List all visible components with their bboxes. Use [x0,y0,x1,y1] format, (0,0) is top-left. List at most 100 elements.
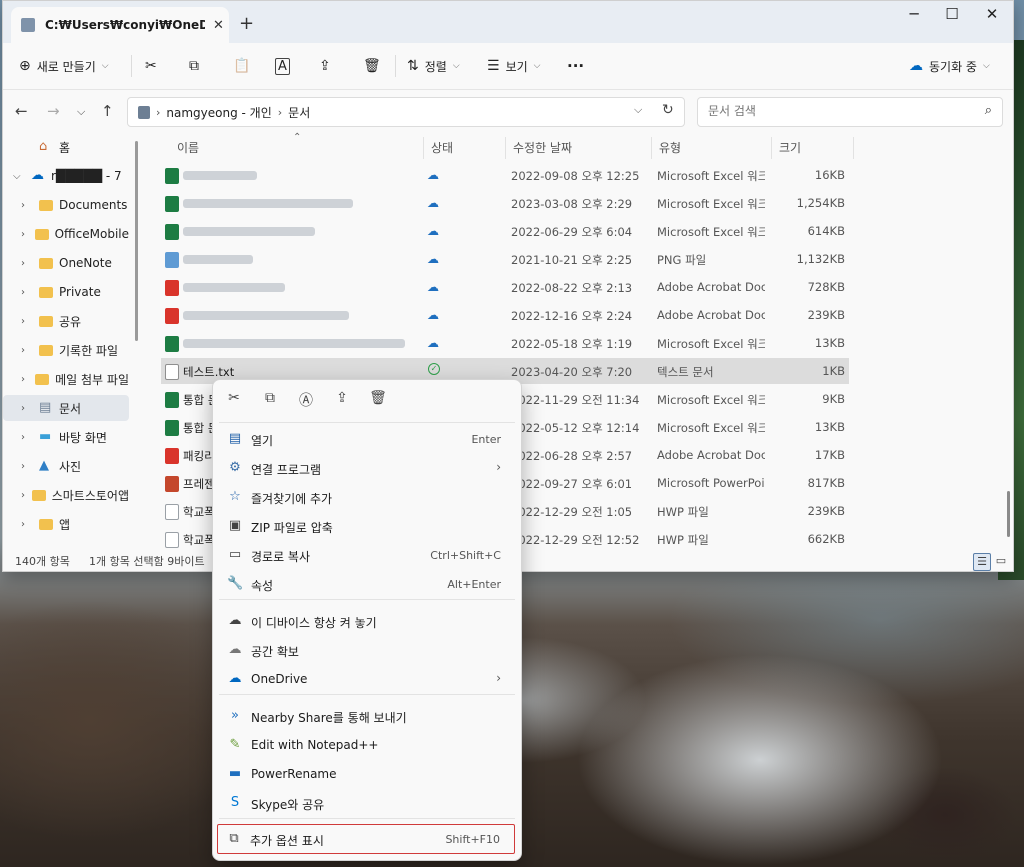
column-divider[interactable] [771,137,772,159]
search-icon[interactable]: ⌕ [985,103,992,118]
file-row[interactable]: ☁ 2022-12-16 오후 2:24 Adobe Acrobat Doc... 2… [161,302,849,328]
context-rename-icon[interactable]: Ⓐ [295,390,317,412]
delete-button[interactable]: 🗑 [363,53,381,79]
cloud-only-icon: ☁ [427,336,439,350]
details-view-icon[interactable]: ☰ [973,553,991,571]
address-bar[interactable]: › namgyeong - 개인 › 문서 ⌵ ↻ [127,97,685,127]
tiles-view-icon[interactable]: ▭ [993,553,1009,569]
column-header-size[interactable]: 크기 [779,134,801,160]
file-row[interactable]: ☁ 2022-06-29 오후 6:04 Microsoft Excel 워크...… [161,218,849,244]
chevron-right-icon[interactable]: › [21,519,33,530]
context-menu-item[interactable]: ⧉ 추가 옵션 표시 Shift+F10 [217,824,515,854]
sidebar-item[interactable]: › OfficeMobile [3,221,129,247]
file-row[interactable]: ☁ 2022-09-08 오후 12:25 Microsoft Excel 워크..… [161,162,849,188]
file-row[interactable]: ☁ 2023-03-08 오후 2:29 Microsoft Excel 워크...… [161,190,849,216]
context-menu-item[interactable]: S Skype와 공유 [219,789,515,817]
column-header-type[interactable]: 유형 [659,134,681,160]
recent-locations-icon[interactable]: ⌵ [77,105,85,119]
context-menu-item-label: 추가 옵션 표시 [250,834,324,848]
chevron-right-icon[interactable]: › [21,229,29,240]
column-divider[interactable] [651,137,652,159]
breadcrumb-onedrive[interactable]: namgyeong - 개인 [166,104,271,121]
column-divider[interactable] [505,137,506,159]
column-divider[interactable] [853,137,854,159]
context-menu-item[interactable]: ☁ 공간 확보 [219,636,515,664]
chevron-right-icon[interactable]: › [21,403,33,414]
context-cut-icon[interactable]: ✂ [223,390,245,412]
chevron-right-icon[interactable]: › [21,345,33,356]
search-box[interactable]: ⌕ [697,97,1003,127]
sidebar-item[interactable]: › ▤ 문서 [3,395,129,421]
sidebar-item[interactable]: › 스마트스토어앱 [3,482,129,508]
sidebar-item[interactable]: › OneNote [3,250,129,276]
address-dropdown-icon[interactable]: ⌵ [634,103,642,117]
context-share-icon[interactable]: ⇪ [331,390,353,412]
context-delete-icon[interactable]: 🗑 [367,390,389,412]
sidebar-item[interactable]: › Private [3,279,129,305]
column-divider[interactable] [423,137,424,159]
more-options-button[interactable]: ··· [567,53,584,79]
sidebar-item[interactable]: › 공유 [3,308,129,334]
new-button[interactable]: ⊕ 새로 만들기 ⌵ [19,53,109,79]
sidebar-item[interactable]: › ▲ 사진 [3,453,129,479]
context-menu-item[interactable]: ▣ ZIP 파일로 압축 [219,512,515,540]
context-menu-item[interactable]: ✎ Edit with Notepad++ [219,731,515,759]
column-header-modified[interactable]: 수정한 날짜 [513,134,572,160]
sidebar-item[interactable]: › ▬ 바탕 화면 [3,424,129,450]
chevron-right-icon[interactable]: › [21,287,33,298]
context-menu-item[interactable]: ▬ PowerRename [219,760,515,788]
sidebar-scrollbar[interactable] [135,141,138,341]
sidebar-item[interactable]: › 기록한 파일 [3,337,129,363]
chevron-right-icon[interactable]: › [21,258,33,269]
column-header-status[interactable]: 상태 [431,134,453,160]
file-row[interactable]: ☁ 2021-10-21 오후 2:25 PNG 파일 1,132KB [161,246,849,272]
context-menu-item[interactable]: 🔧 속성 Alt+Enter [219,570,515,598]
context-menu-item[interactable]: ☁ 이 디바이스 항상 켜 놓기 [219,607,515,635]
back-arrow-icon[interactable]: ← [15,102,28,120]
breadcrumb-documents[interactable]: 문서 [288,104,310,121]
chevron-right-icon[interactable]: › [21,374,29,385]
file-size: 16KB [814,168,845,182]
context-menu-item[interactable]: ⚙ 연결 프로그램 › [219,454,515,482]
chevron-right-icon[interactable]: › [21,200,33,211]
close-tab-icon[interactable]: ✕ [213,18,224,33]
cut-button[interactable]: ✂ [145,53,157,79]
sort-button[interactable]: ⇅ 정렬 ⌵ [407,53,460,79]
sidebar-item[interactable]: › 메일 첨부 파일 [3,366,129,392]
context-menu-item[interactable]: ☆ 즐겨찾기에 추가 [219,483,515,511]
chevron-right-icon[interactable]: › [21,461,33,472]
refresh-icon[interactable]: ↻ [662,102,674,118]
sidebar-item[interactable]: › Documents [3,192,129,218]
context-menu-item[interactable]: ▤ 열기 Enter [219,425,515,453]
sidebar-item[interactable]: ⌵ ☁ r█████ - 7 [3,163,129,189]
column-header-name[interactable]: 이름 [177,134,199,160]
context-menu-item-label: 연결 프로그램 [251,463,322,477]
paste-button[interactable]: 📋 [233,53,250,79]
close-window-button[interactable]: ✕ [969,5,1013,27]
new-tab-button[interactable]: + [239,13,254,34]
file-row[interactable]: ☁ 2022-05-18 오후 1:19 Microsoft Excel 워크...… [161,330,849,356]
context-copy-icon[interactable]: ⧉ [259,390,281,412]
sync-status-button[interactable]: ☁ 동기화 중 ⌵ [909,53,990,79]
chevron-right-icon[interactable]: › [21,316,33,327]
sidebar-item[interactable]: ⌂ 홈 [3,134,129,160]
context-menu-item[interactable]: » Nearby Share를 통해 보내기 [219,702,515,730]
search-input[interactable] [706,103,970,119]
context-menu-item[interactable]: ☁ OneDrive › [219,665,515,693]
file-row[interactable]: ☁ 2022-08-22 오후 2:13 Adobe Acrobat Doc... 7… [161,274,849,300]
forward-arrow-icon[interactable]: → [47,102,60,120]
file-list-scrollbar[interactable] [1007,491,1010,537]
view-button[interactable]: ☰ 보기 ⌵ [487,53,540,79]
sidebar-item[interactable]: › 앱 [3,511,129,537]
redacted-file-name [183,339,405,348]
copy-button[interactable]: ⧉ [189,53,199,79]
rename-button[interactable]: A [275,53,290,79]
chevron-right-icon[interactable]: › [21,432,33,443]
up-arrow-icon[interactable]: ↑ [101,102,114,120]
redacted-file-name [183,171,257,180]
chevron-right-icon[interactable]: › [21,490,26,501]
explorer-tab[interactable]: C:₩Users₩conyi₩OneDrive₩ ✕ [11,7,229,43]
share-button[interactable]: ⇪ [319,53,331,79]
context-menu-item[interactable]: ▭ 경로로 복사 Ctrl+Shift+C [219,541,515,569]
chevron-down-icon[interactable]: ⌵ [13,171,25,182]
